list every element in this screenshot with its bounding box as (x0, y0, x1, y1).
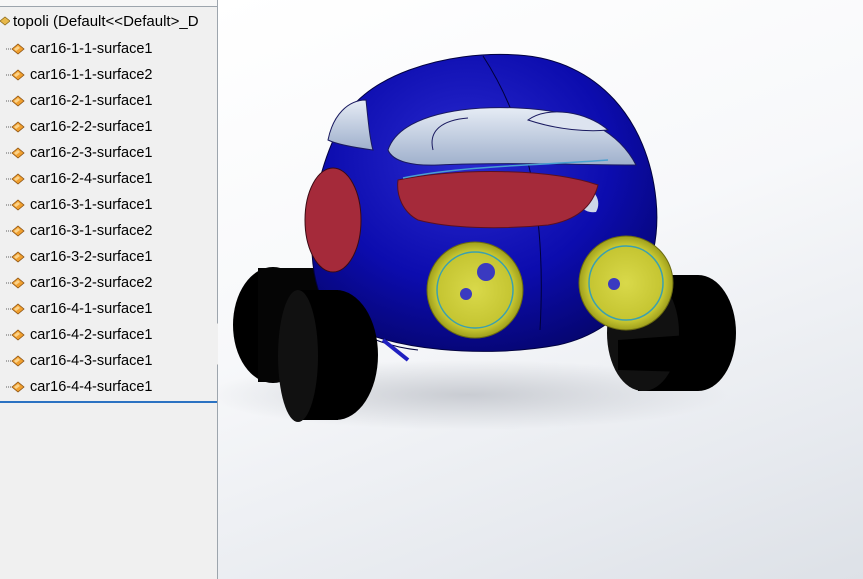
tree-item[interactable]: car16-3-1-surface2 (0, 218, 217, 244)
tree-item[interactable]: car16-2-4-surface1 (0, 166, 217, 192)
tree-item-label: car16-3-2-surface2 (30, 275, 153, 291)
surface-body-icon (6, 355, 25, 367)
tree-item-label: car16-3-1-surface1 (30, 197, 153, 213)
tree-item[interactable]: car16-3-2-surface1 (0, 244, 217, 270)
tree-item-label: car16-2-3-surface1 (30, 145, 153, 161)
surface-body-icon (6, 303, 25, 315)
tree-item[interactable]: car16-3-2-surface2 (0, 270, 217, 296)
tree-item-list: car16-1-1-surface1 car16-1-1-surface2 car1… (0, 36, 217, 400)
headlight-right (578, 235, 674, 331)
tree-rollback-bar[interactable] (0, 401, 217, 403)
tree-item[interactable]: car16-4-3-surface1 (0, 348, 217, 374)
surface-body-icon (6, 147, 25, 159)
side-window-red (304, 167, 362, 273)
tree-top-strip (0, 0, 217, 7)
surface-body-icon (6, 95, 25, 107)
tree-item[interactable]: car16-2-3-surface1 (0, 140, 217, 166)
car-3d-model[interactable] (218, 0, 863, 579)
tree-item[interactable]: car16-3-1-surface1 (0, 192, 217, 218)
tree-item-label: car16-4-2-surface1 (30, 327, 153, 343)
tree-item-label: car16-2-1-surface1 (30, 93, 153, 109)
tree-root-label: topoli (Default<<Default>_D (13, 12, 199, 30)
tree-item-label: car16-3-2-surface1 (30, 249, 153, 265)
tree-root-item[interactable]: topoli (Default<<Default>_D (0, 10, 217, 32)
tree-item[interactable]: car16-4-1-surface1 (0, 296, 217, 322)
tree-item[interactable]: car16-1-1-surface1 (0, 36, 217, 62)
tree-item-label: car16-4-4-surface1 (30, 379, 153, 395)
headlight-left (426, 241, 524, 339)
surface-body-icon (6, 121, 25, 133)
surface-body-icon (6, 225, 25, 237)
tree-item[interactable]: car16-2-1-surface1 (0, 88, 217, 114)
graphics-viewport[interactable] (218, 0, 863, 579)
surface-body-icon (6, 381, 25, 393)
surface-body-icon (6, 277, 25, 289)
feature-tree-panel: topoli (Default<<Default>_D car16-1-1-su… (0, 0, 218, 579)
surface-body-icon (6, 69, 25, 81)
surface-body-icon (6, 199, 25, 211)
tree-item-label: car16-3-1-surface2 (30, 223, 153, 239)
surface-body-icon (6, 251, 25, 263)
surface-body-icon (6, 43, 25, 55)
tree-item-label: car16-2-2-surface1 (30, 119, 153, 135)
tree-item[interactable]: car16-1-1-surface2 (0, 62, 217, 88)
tree-item[interactable]: car16-2-2-surface1 (0, 114, 217, 140)
tree-item[interactable]: car16-4-2-surface1 (0, 322, 217, 348)
tree-item-label: car16-2-4-surface1 (30, 171, 153, 187)
surface-body-icon (6, 173, 25, 185)
tree-item[interactable]: car16-4-4-surface1 (0, 374, 217, 400)
tree-item-label: car16-4-1-surface1 (30, 301, 153, 317)
tree-item-label: car16-1-1-surface2 (30, 67, 153, 83)
part-icon (0, 16, 10, 26)
tree-item-label: car16-4-3-surface1 (30, 353, 153, 369)
tree-item-label: car16-1-1-surface1 (30, 41, 153, 57)
surface-body-icon (6, 329, 25, 341)
